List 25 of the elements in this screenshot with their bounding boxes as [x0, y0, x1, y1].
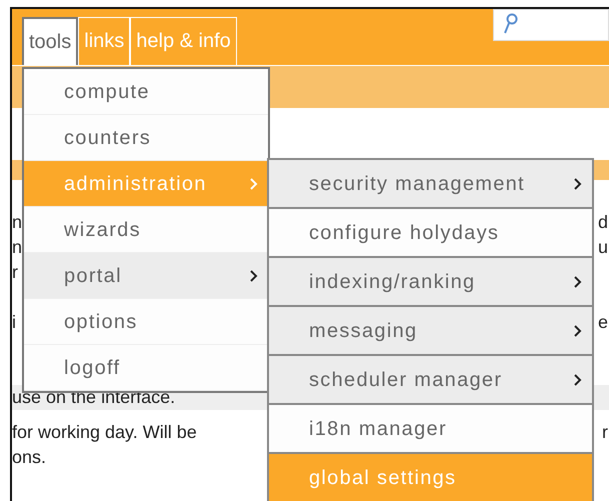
chevron-right-icon	[574, 374, 582, 386]
menu-item[interactable]: scheduler manager	[269, 356, 592, 405]
chevron-right-icon	[250, 270, 258, 282]
chevron-right-icon	[574, 324, 582, 336]
text-fragment: for working day. Will be	[12, 421, 197, 444]
text-fragment: u	[598, 236, 608, 259]
chevron-right-icon	[250, 178, 258, 190]
chevron-right-icon	[574, 178, 582, 190]
text-fragment: d	[598, 211, 608, 234]
text-fragment: ons.	[12, 446, 46, 469]
text-fragment: r	[12, 261, 18, 284]
chevron-right-icon	[574, 276, 582, 288]
text-fragment: n	[12, 236, 22, 259]
menu-item[interactable]: indexing/ranking	[269, 258, 592, 307]
text-fragment: i	[12, 311, 16, 334]
search-icon	[502, 13, 518, 35]
menu-item[interactable]: compute	[24, 69, 268, 115]
menu-item[interactable]: messaging	[269, 307, 592, 356]
search-field[interactable]	[493, 9, 609, 41]
menu-tab[interactable]: tools	[22, 17, 78, 65]
menu-item[interactable]: security management	[269, 160, 592, 209]
text-fragment: r	[602, 421, 608, 444]
text-fragment: e	[598, 311, 608, 334]
text-fragment: n	[12, 211, 22, 234]
menu-item[interactable]: portal	[24, 253, 268, 299]
